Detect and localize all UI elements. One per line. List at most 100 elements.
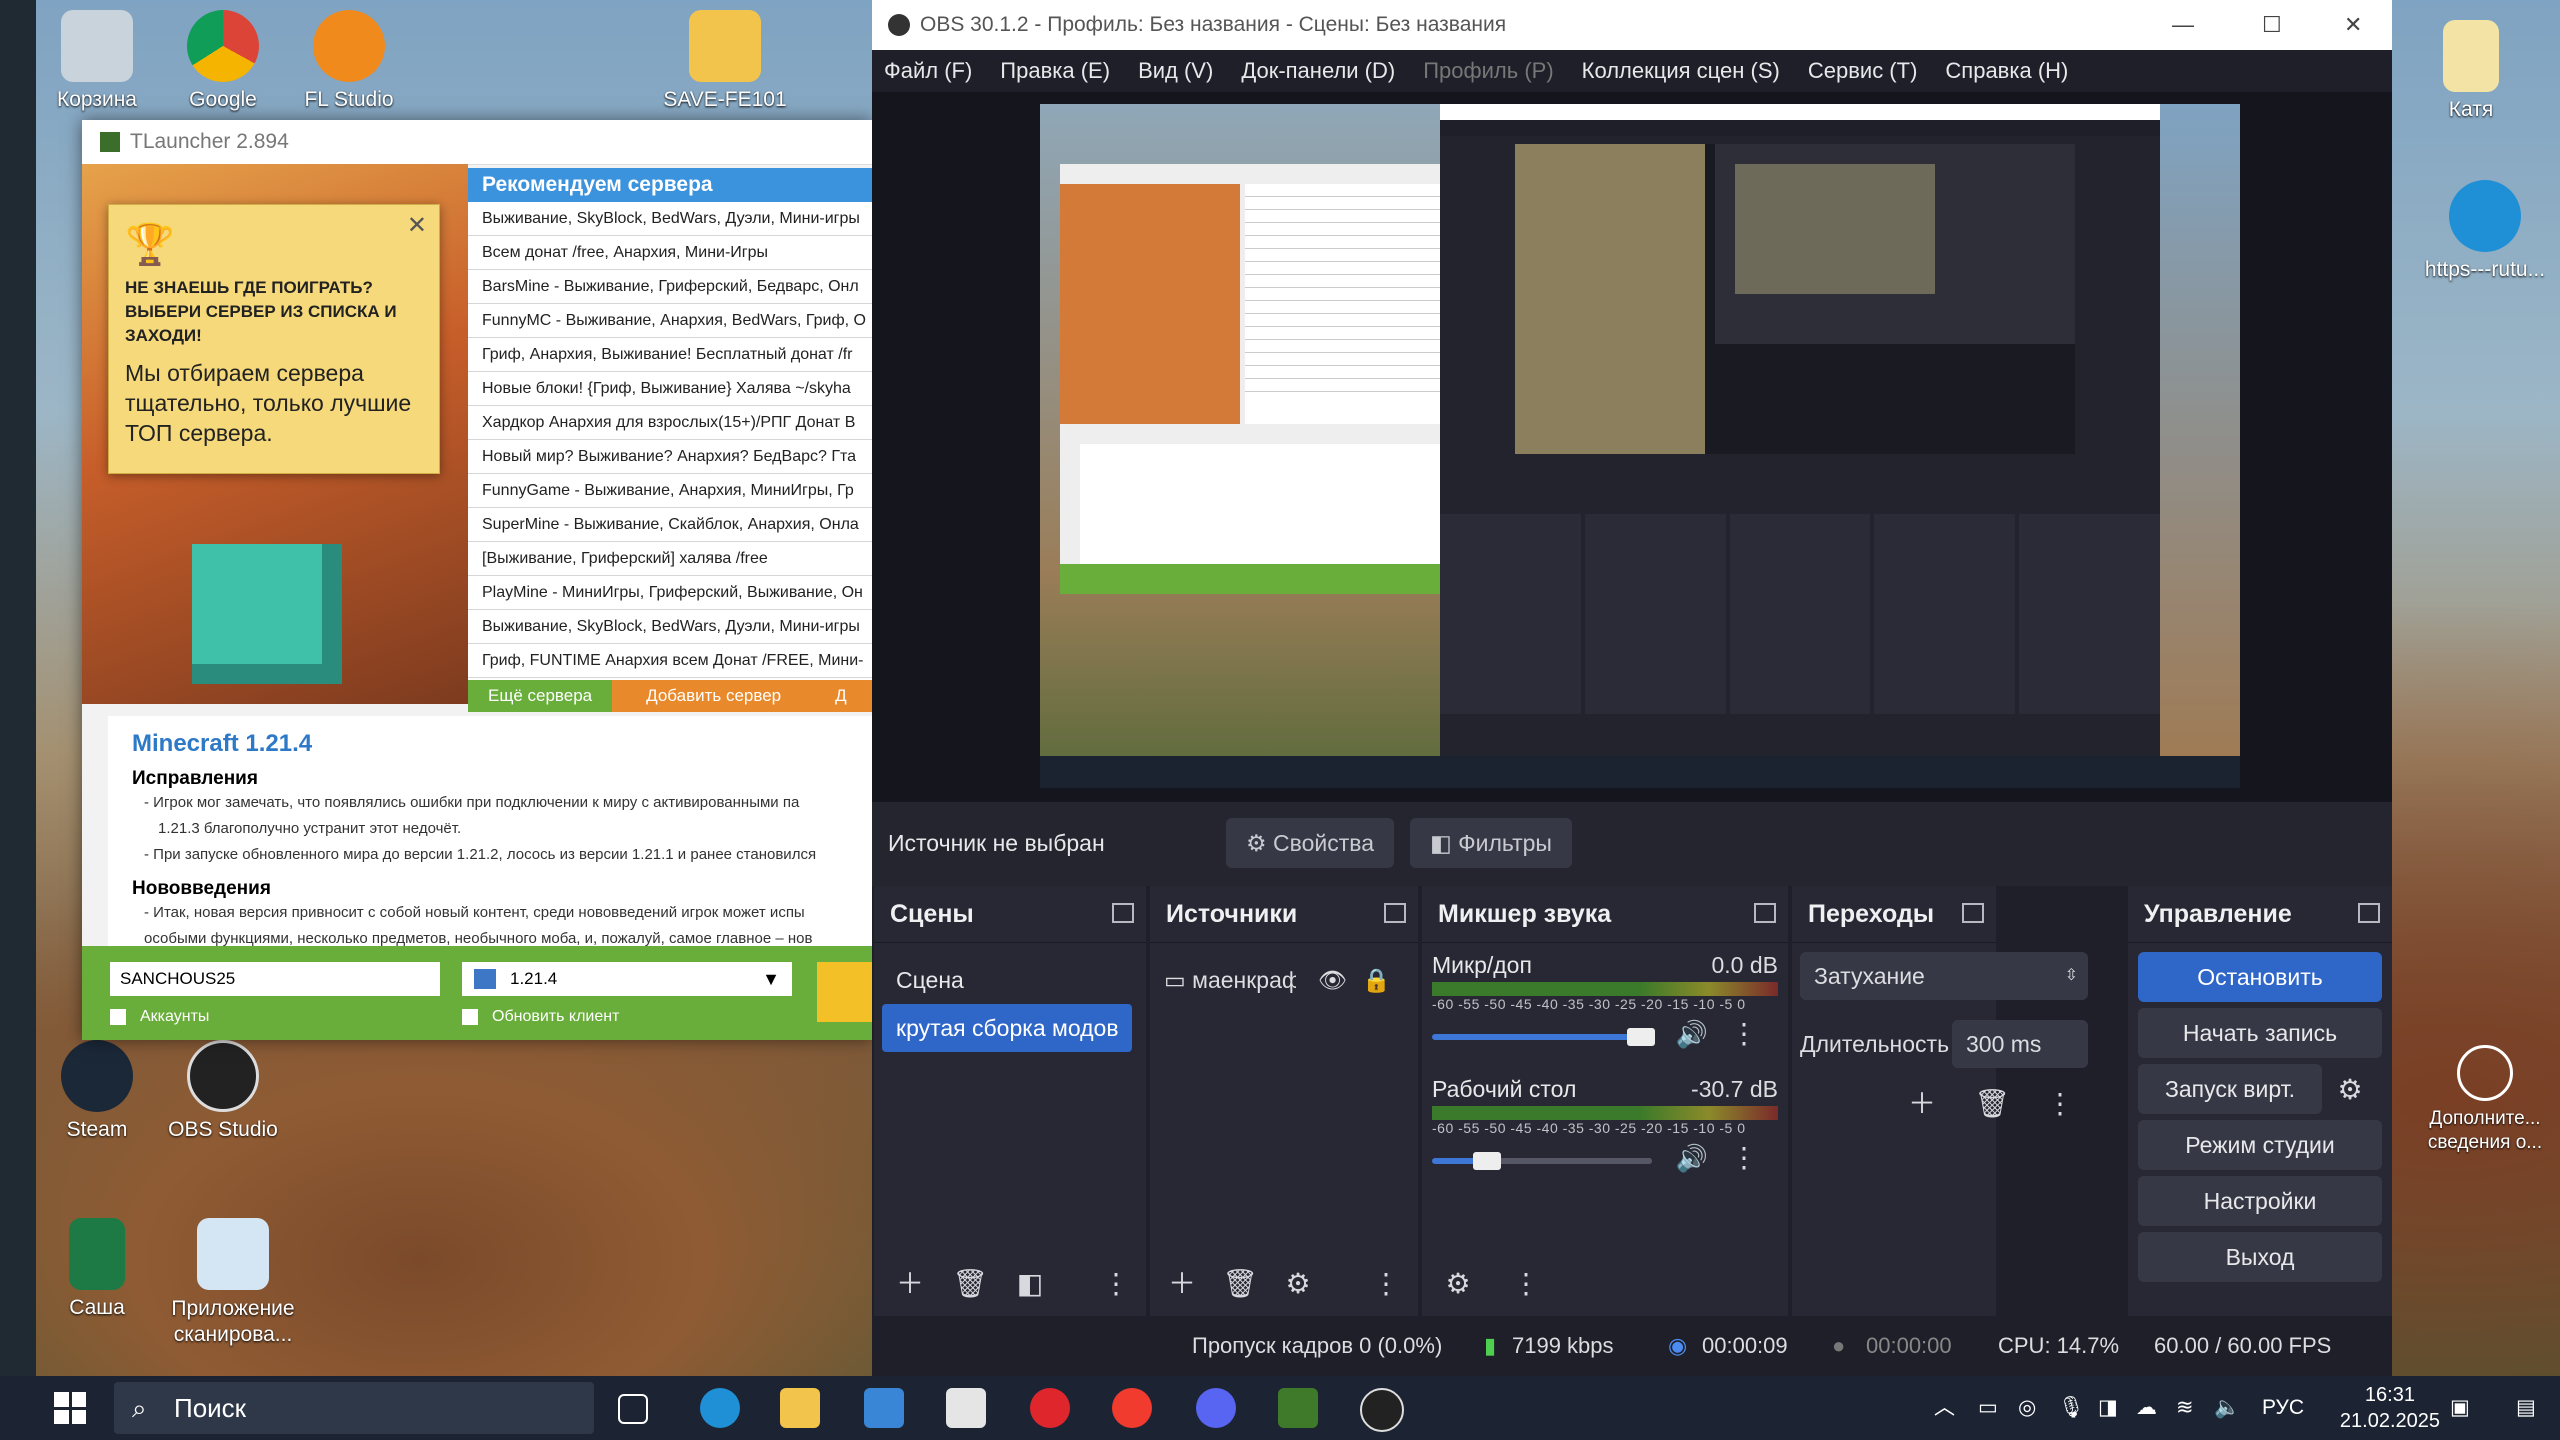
obs-studio-shortcut[interactable]: OBS Studio	[148, 1040, 298, 1142]
tlauncher-taskbar-icon[interactable]	[1278, 1388, 1318, 1428]
menu-view[interactable]: Вид (V)	[1138, 50, 1213, 92]
trash-icon[interactable]: 🗑	[948, 1262, 992, 1306]
undock-icon[interactable]	[1384, 903, 1406, 923]
more-icon[interactable]: ⋮	[1094, 1262, 1138, 1306]
scene-item-selected[interactable]: крутая сборка модов	[882, 1004, 1132, 1052]
duration-spinbox[interactable]: 300 ms	[1952, 1020, 2088, 1068]
store-taskbar-icon[interactable]	[946, 1388, 986, 1428]
menu-scene-collection[interactable]: Коллекция сцен (S)	[1582, 50, 1780, 92]
add-server-button[interactable]: Добавить сервер	[612, 680, 816, 712]
katya-shortcut[interactable]: Катя	[2396, 20, 2546, 122]
exit-button[interactable]: Выход	[2138, 1232, 2382, 1282]
extra-button[interactable]: Д	[815, 680, 872, 712]
obs-titlebar[interactable]: OBS 30.1.2 - Профиль: Без названия - Сце…	[872, 0, 2392, 50]
start-button[interactable]	[54, 1392, 86, 1424]
more-servers-button[interactable]: Ещё сервера	[468, 680, 613, 712]
trash-icon[interactable]: 🗑	[1218, 1262, 1262, 1306]
undock-icon[interactable]	[1962, 903, 1984, 923]
scene-item[interactable]: Сцена	[882, 956, 1138, 1004]
trash-icon[interactable]: 🗑	[1970, 1082, 2014, 1126]
stop-streaming-button[interactable]: Остановить трансляцию	[2138, 952, 2382, 1040]
nickname-input[interactable]: SANCHOUS25	[110, 962, 440, 996]
server-row[interactable]: SuperMine - Выживание, Скайблок, Анархия…	[468, 508, 872, 542]
undock-icon[interactable]	[2358, 903, 2380, 923]
save-folder-shortcut[interactable]: SAVE-FE101	[650, 10, 800, 112]
more-icon[interactable]: ⋮	[1504, 1262, 1548, 1306]
menu-file[interactable]: Файл (F)	[884, 50, 972, 92]
tlauncher-titlebar[interactable]: TLauncher 2.894	[82, 120, 872, 165]
slider-knob[interactable]	[1627, 1028, 1655, 1046]
screen-icon[interactable]: ▣	[2450, 1376, 2470, 1440]
slider-knob[interactable]	[1473, 1152, 1501, 1170]
server-row[interactable]: Выживание, SkyBlock, BedWars, Дуэли, Мин…	[468, 202, 872, 236]
server-row[interactable]: [Выживание, Гриферский] халява /free	[468, 542, 872, 576]
server-row[interactable]: FunnyMC - Выживание, Анархия, BedWars, Г…	[468, 304, 872, 338]
scene-filters-icon[interactable]: ◧	[1008, 1262, 1052, 1306]
play-button[interactable]	[817, 962, 872, 1022]
server-row[interactable]: Гриф, FUNTIME Анархия всем Донат /FREE, …	[468, 644, 872, 678]
more-icon[interactable]: ⋮	[1722, 1136, 1766, 1180]
server-row[interactable]: FunnyGame - Выживание, Анархия, МиниИгры…	[468, 474, 872, 508]
mail-taskbar-icon[interactable]	[864, 1388, 904, 1428]
virtual-camera-button[interactable]: Запуск вирт. камеры	[2138, 1064, 2322, 1152]
notifications-icon[interactable]: ▤	[2516, 1376, 2536, 1440]
search-box[interactable]: ⌕ Поиск	[114, 1382, 594, 1434]
server-row[interactable]: Выживание, SkyBlock, BedWars, Дуэли, Мин…	[468, 610, 872, 644]
volume-slider[interactable]	[1432, 1152, 1652, 1170]
menu-help[interactable]: Справка (H)	[1945, 50, 2068, 92]
server-row[interactable]: PlayMine - МиниИгры, Гриферский, Выживан…	[468, 576, 872, 610]
speaker-icon[interactable]: 🔊	[1670, 1012, 1714, 1056]
wifi-icon[interactable]: ≋	[2176, 1376, 2194, 1440]
add-icon[interactable]: ＋	[1160, 1262, 1204, 1306]
server-row[interactable]: Гриф, Анархия, Выживание! Бесплатный дон…	[468, 338, 872, 372]
extra-info-shortcut[interactable]: Дополните... сведения о...	[2410, 1045, 2560, 1155]
edge-link-shortcut[interactable]: https---rutu...	[2410, 180, 2560, 282]
lock-icon[interactable]: 🔒	[1362, 956, 1391, 1004]
more-icon[interactable]: ⋮	[2038, 1082, 2082, 1126]
close-icon[interactable]: ✕	[407, 211, 427, 240]
add-icon[interactable]: ＋	[1900, 1082, 1944, 1126]
settings-button[interactable]: Настройки	[2138, 1176, 2382, 1226]
undock-icon[interactable]	[1112, 903, 1134, 923]
edge-taskbar-icon[interactable]	[700, 1388, 740, 1428]
show-hidden-icons[interactable]: ︿	[1934, 1376, 1955, 1440]
transition-select[interactable]: Затухание ⇳	[1800, 952, 2088, 1000]
more-icon[interactable]: ⋮	[1722, 1012, 1766, 1056]
speaker-icon[interactable]: 🔊	[1670, 1136, 1714, 1180]
filters-button[interactable]: ◧ Фильтры	[1410, 818, 1572, 868]
more-icon[interactable]: ⋮	[1364, 1262, 1408, 1306]
server-row[interactable]: Новые блоки! {Гриф, Выживание} Халява ~/…	[468, 372, 872, 406]
visibility-eye-icon[interactable]: 👁	[1318, 956, 1347, 1004]
properties-button[interactable]: ⚙ Свойства	[1226, 818, 1395, 868]
source-item[interactable]: ▭ маенкрафт 👁 🔒	[1164, 956, 1404, 1004]
yandex-taskbar-icon[interactable]	[1112, 1388, 1152, 1428]
clock[interactable]: 16:31 21.02.2025	[2340, 1382, 2440, 1434]
start-recording-button[interactable]: Начать запись	[2138, 1008, 2382, 1058]
server-row[interactable]: BarsMine - Выживание, Гриферский, Бедвар…	[468, 270, 872, 304]
server-row[interactable]: Всем донат /free, Анархия, Мини-Игры	[468, 236, 872, 270]
discord-taskbar-icon[interactable]	[1196, 1388, 1236, 1428]
server-row[interactable]: Новый мир? Выживание? Анархия? БедВарс? …	[468, 440, 872, 474]
menu-edit[interactable]: Правка (E)	[1000, 50, 1110, 92]
studio-mode-button[interactable]: Режим студии	[2138, 1120, 2382, 1170]
minimize-icon[interactable]: —	[2172, 0, 2194, 50]
gear-icon[interactable]: ⚙	[2328, 1068, 2372, 1112]
version-select[interactable]: 1.21.4 ▼	[462, 962, 792, 996]
close-icon[interactable]: ✕	[2344, 0, 2362, 50]
maximize-icon[interactable]: ☐	[2262, 0, 2282, 50]
gear-icon[interactable]: ⚙	[1276, 1262, 1320, 1306]
task-view-icon[interactable]	[618, 1394, 648, 1424]
update-client-checkbox[interactable]: Обновить клиент	[462, 1008, 619, 1026]
fl-studio-shortcut[interactable]: FL Studio	[274, 10, 424, 112]
obs-taskbar-icon[interactable]	[1360, 1388, 1404, 1432]
menu-tools[interactable]: Сервис (T)	[1808, 50, 1918, 92]
language-indicator[interactable]: РУС	[2262, 1376, 2304, 1440]
volume-icon[interactable]: 🔈	[2214, 1376, 2240, 1440]
explorer-taskbar-icon[interactable]	[780, 1388, 820, 1428]
undock-icon[interactable]	[1754, 903, 1776, 923]
stream-preview[interactable]	[1040, 104, 2240, 788]
accounts-checkbox[interactable]: Аккаунты	[110, 1008, 209, 1026]
add-icon[interactable]: ＋	[888, 1262, 932, 1306]
advanced-audio-icon[interactable]: ⚙	[1436, 1262, 1480, 1306]
server-row[interactable]: Хардкор Анархия для взрослых(15+)/PПГ До…	[468, 406, 872, 440]
